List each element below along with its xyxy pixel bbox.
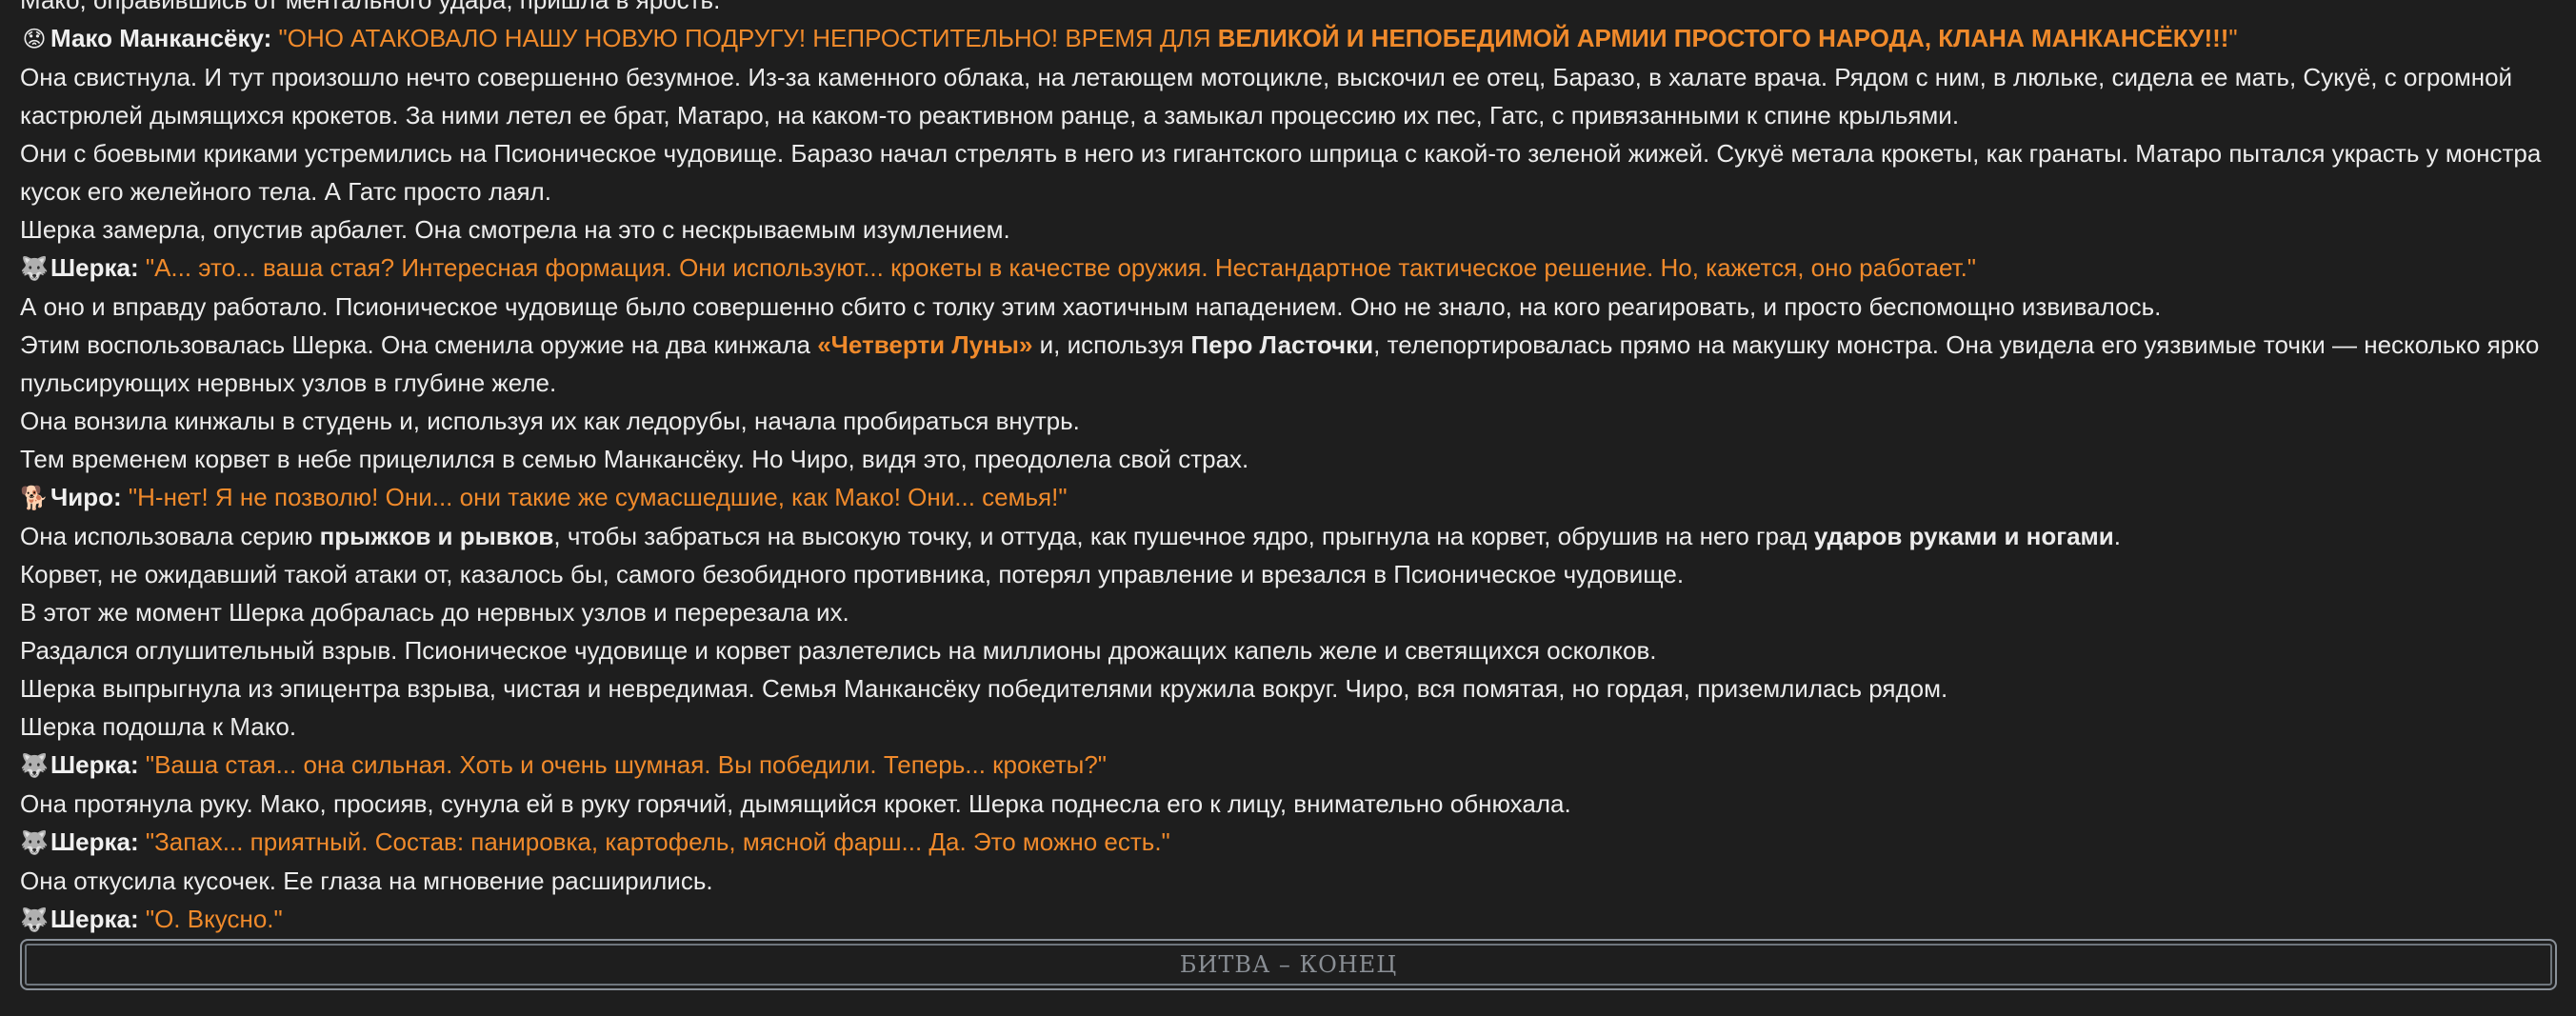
narration-text: Корвет, не ожидавший такой атаки от, каз… <box>20 560 1685 588</box>
narration-text: Раздался оглушительный взрыв. Псионическ… <box>20 636 1657 665</box>
narration-text: Они с боевыми криками устремились на Пси… <box>20 139 2542 206</box>
narration-text: Она вонзила кинжалы в студень и, использ… <box>20 407 1080 435</box>
narration-text: Тем временем корвет в небе прицелился в … <box>20 445 1249 473</box>
speaker-name: Шерка: <box>50 253 139 282</box>
narration-line: Она протянула руку. Мако, просияв, сунул… <box>20 785 2557 823</box>
narration-line: Она использовала серию прыжков и рывков,… <box>20 522 2122 550</box>
dialogue-line-sherka: 🐺Шерка: "О. Вкусно." <box>20 900 2557 939</box>
narration-text: Шерка выпрыгнула из эпицентра взрыва, чи… <box>20 674 1948 703</box>
battle-end-label: БИТВА – КОНЕЦ <box>1179 951 1398 978</box>
skill-name: Перо Ласточки <box>1190 330 1374 359</box>
dialogue-line-sherka: 🐺Шерка: "Запах... приятный. Состав: пани… <box>20 823 2557 862</box>
dialogue-quote: "ОНО АТАКОВАЛО НАШУ НОВУЮ ПОДРУГУ! НЕПРО… <box>278 24 2238 52</box>
narration-line: Шерка подошла к Мако. <box>20 707 2557 746</box>
narration-text: Шерка замерла, опустив арбалет. Она смот… <box>20 215 1010 244</box>
narration-text: Мако, оправившись от ментального удара, … <box>20 0 721 14</box>
narration-line: Мако, оправившись от ментального удара, … <box>20 0 2557 19</box>
wolf-icon: 🐺 <box>20 752 49 779</box>
narration-line: Шерка выпрыгнула из эпицентра взрыва, чи… <box>20 669 2557 707</box>
speaker-name: Мако Манкансёку: <box>50 24 272 52</box>
speaker-name: Чиро: <box>50 483 122 511</box>
dialogue-quote: "Ваша стая... она сильная. Хоть и очень … <box>145 750 1108 779</box>
dialogue-quote: "Запах... приятный. Состав: панировка, к… <box>145 827 1170 856</box>
dialogue-line-mako: 😟 Мако Манкансёку: "ОНО АТАКОВАЛО НАШУ НО… <box>20 19 2557 58</box>
wolf-icon: 🐺 <box>20 255 49 282</box>
skill-name: ударов руками и ногами <box>1813 522 2114 550</box>
speaker-name: Шерка: <box>50 750 139 779</box>
skill-name: прыжков и рывков <box>319 522 554 550</box>
narration-line: Она вонзила кинжалы в студень и, использ… <box>20 402 2557 440</box>
narration-text: А оно и вправду работало. Псионическое ч… <box>20 292 2162 321</box>
narration-line: Она откусила кусочек. Ее глаза на мгнове… <box>20 862 2557 900</box>
worried-face-icon: 😟 <box>22 26 47 52</box>
narration-line: Раздался оглушительный взрыв. Псионическ… <box>20 631 2557 669</box>
narration-line: Этим воспользовалась Шерка. Она сменила … <box>20 330 2540 397</box>
dialogue-quote: "Н-нет! Я не позволю! Они... они такие ж… <box>128 483 1068 511</box>
speaker-name: Шерка: <box>50 905 139 933</box>
speaker-name: Шерка: <box>50 827 139 856</box>
dog-icon: 🐕 <box>20 485 49 511</box>
narration-line: Корвет, не ожидавший такой атаки от, каз… <box>20 555 2557 593</box>
battle-end-banner: БИТВА – КОНЕЦ <box>20 939 2557 990</box>
chat-log: Мако, оправившись от ментального удара, … <box>20 0 2557 939</box>
dialogue-quote: "О. Вкусно." <box>145 905 283 933</box>
narration-text: Она свистнула. И тут произошло нечто сов… <box>20 63 2513 129</box>
dialogue-line-sherka: 🐺Шерка: "А... это... ваша стая? Интересн… <box>20 249 2557 288</box>
narration-text: Она откусила кусочек. Ее глаза на мгнове… <box>20 867 713 895</box>
dialogue-quote: "А... это... ваша стая? Интересная форма… <box>145 253 1977 282</box>
narration-line: Шерка замерла, опустив арбалет. Она смот… <box>20 210 2557 249</box>
wolf-icon: 🐺 <box>20 829 49 856</box>
dialogue-line-sherka: 🐺Шерка: "Ваша стая... она сильная. Хоть … <box>20 746 2557 785</box>
dialogue-line-chiro: 🐕Чиро: "Н-нет! Я не позволю! Они... они … <box>20 478 2557 517</box>
narration-text: Она протянула руку. Мако, просияв, сунул… <box>20 789 1571 818</box>
narration-line: В этот же момент Шерка добралась до нерв… <box>20 593 2557 631</box>
narration-text: Шерка подошла к Мако. <box>20 712 297 741</box>
narration-line: Она свистнула. И тут произошло нечто сов… <box>20 58 2557 134</box>
skill-name: «Четверти Луны» <box>817 330 1033 359</box>
wolf-icon: 🐺 <box>20 906 49 933</box>
narration-text: В этот же момент Шерка добралась до нерв… <box>20 598 849 627</box>
narration-line: А оно и вправду работало. Псионическое ч… <box>20 288 2557 326</box>
narration-line: Они с боевыми криками устремились на Пси… <box>20 134 2557 210</box>
narration-line: Тем временем корвет в небе прицелился в … <box>20 440 2557 478</box>
